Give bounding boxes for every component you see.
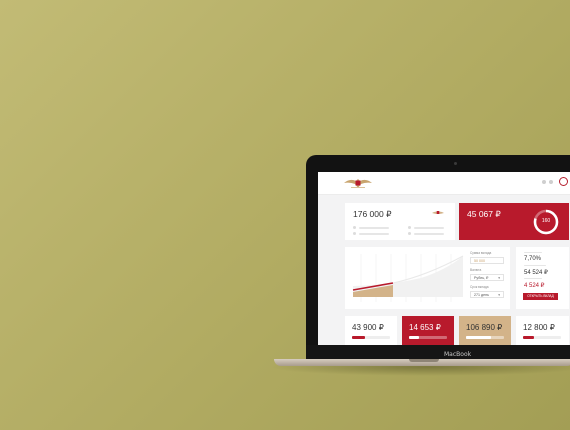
open-deposit-button[interactable]: ОТКРЫТЬ ВКЛАД	[523, 293, 558, 300]
camera	[454, 162, 457, 165]
list-dot	[353, 226, 356, 229]
list-dot	[408, 226, 411, 229]
tile-progress-fill	[523, 336, 535, 339]
eagle-emblem-icon[interactable]	[342, 176, 374, 190]
currency-label: Валюта	[470, 268, 482, 272]
term-select[interactable]: 271 день ▾	[470, 291, 504, 298]
tile-amount: 106 890 ₽	[466, 323, 503, 332]
income-value: 4 524 ₽	[524, 283, 545, 289]
laptop-notch	[409, 359, 439, 362]
account-tile[interactable]: 14 653 ₽	[402, 316, 454, 345]
deposit-stats-card: 7,70% 54 524 ₽ 4 524 ₽ ОТКРЫТЬ ВКЛАД	[516, 247, 569, 309]
tile-progress-fill	[466, 336, 491, 339]
total-value: 54 524 ₽	[524, 270, 548, 276]
tile-progress-fill	[352, 336, 366, 339]
list-line	[359, 226, 389, 229]
currency-value: Рубль, ₽	[474, 276, 489, 280]
settings-icon[interactable]	[549, 180, 553, 184]
notification-icon[interactable]	[542, 180, 546, 184]
tile-progress-fill	[409, 336, 419, 339]
summary-amount: 45 067 ₽	[467, 209, 501, 219]
profile-ring-icon[interactable]	[559, 177, 568, 186]
laptop-chin: MacBook	[306, 345, 570, 360]
app-header	[318, 172, 570, 195]
account-tile[interactable]: 106 890 ₽	[459, 316, 511, 345]
summary-card[interactable]: 45 067 ₽ 160	[459, 203, 569, 240]
laptop: 176 000 ₽ 45 067 ₽ 160 Сумма вклада 50 0…	[306, 155, 570, 360]
chevron-down-icon: ▾	[498, 276, 500, 280]
ring-value: 160	[541, 218, 551, 224]
balance-amount: 176 000 ₽	[353, 209, 392, 219]
account-tile[interactable]: 12 800 ₽	[516, 316, 569, 345]
list-dot	[408, 232, 411, 235]
tile-amount: 12 800 ₽	[523, 323, 555, 332]
list-dot	[353, 232, 356, 235]
list-line	[414, 232, 444, 235]
app-screen: 176 000 ₽ 45 067 ₽ 160 Сумма вклада 50 0…	[318, 172, 570, 345]
list-line	[414, 226, 444, 229]
rate-value: 7,70%	[524, 256, 542, 262]
stat-label-line	[524, 252, 542, 253]
emblem-icon	[432, 211, 444, 214]
stat-label-line	[524, 265, 546, 266]
balance-card[interactable]: 176 000 ₽	[345, 203, 455, 240]
deposit-calculator-card: Сумма вклада 50 000 Валюта Рубль, ₽ ▾ Ср…	[345, 247, 510, 309]
sum-label: Сумма вклада	[470, 251, 492, 255]
growth-chart	[352, 254, 464, 302]
term-value: 271 день	[474, 293, 489, 297]
term-label: Срок вклада	[470, 285, 489, 289]
chevron-down-icon: ▾	[498, 293, 500, 297]
tile-amount: 43 900 ₽	[352, 323, 384, 332]
account-tile[interactable]: 43 900 ₽	[345, 316, 397, 345]
laptop-base	[274, 359, 570, 366]
sum-input[interactable]: 50 000	[470, 257, 504, 264]
currency-select[interactable]: Рубль, ₽ ▾	[470, 274, 504, 281]
device-label: MacBook	[444, 351, 472, 358]
list-line	[359, 232, 389, 235]
tile-amount: 14 653 ₽	[409, 323, 441, 332]
stat-label-line	[524, 278, 542, 279]
